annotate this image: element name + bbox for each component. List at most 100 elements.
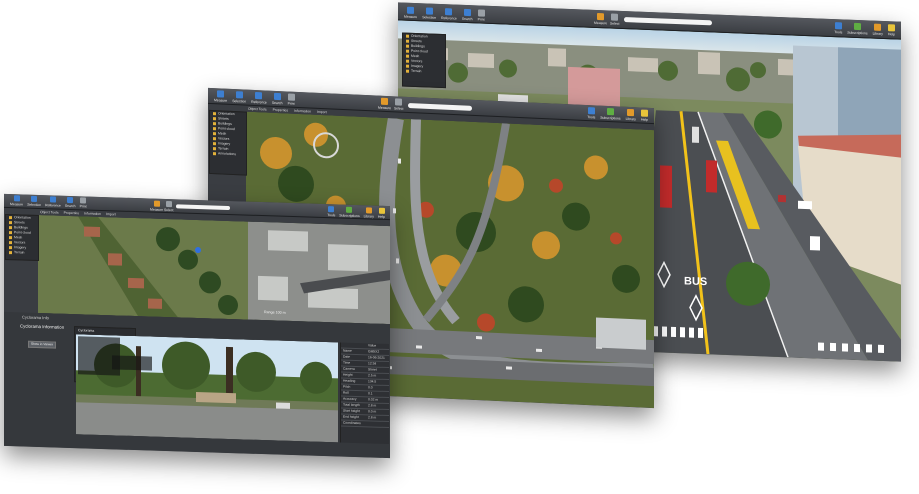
tab-properties[interactable]: Properties	[273, 108, 288, 113]
red-bus	[660, 165, 672, 208]
front-window: Measure Selection Reference Search Print…	[4, 193, 390, 459]
cursor-icon	[395, 98, 403, 106]
panel-heading: Cyclorama Information	[20, 323, 65, 330]
range-status: Range 100 m	[264, 310, 286, 315]
aerial-map	[38, 215, 390, 325]
tab-object-tools[interactable]: Object Tools	[40, 210, 59, 215]
property-row: Coordinates	[341, 420, 389, 429]
search-icon	[67, 196, 74, 204]
print-button[interactable]: Print	[287, 93, 295, 106]
tools-button[interactable]: Tools	[587, 107, 595, 120]
measure-button[interactable]: Measure	[10, 195, 23, 207]
selection-button[interactable]: Selection	[422, 7, 436, 21]
selection-button[interactable]: Selection	[232, 91, 246, 105]
search-icon	[273, 92, 281, 101]
measure-tool-button[interactable]: Measure	[378, 97, 391, 112]
print-button[interactable]: Print	[80, 197, 87, 209]
tab-information[interactable]: Information	[84, 211, 101, 216]
help-button[interactable]: Help	[378, 207, 385, 220]
help-button[interactable]: Help	[641, 109, 648, 123]
select-tool-button[interactable]: Select	[164, 201, 173, 213]
measure-tool-button[interactable]: Measure	[594, 12, 607, 27]
subscriptions-button[interactable]: Subscriptions	[600, 107, 621, 122]
library-button[interactable]: Library	[626, 108, 636, 122]
properties-table: Value Name GM5X2 Date 16-06-2021 Time 12:34…	[340, 342, 389, 445]
ruler-icon	[597, 12, 605, 21]
bus-lane-text: BUS	[684, 275, 708, 289]
tab-information[interactable]: Information	[294, 109, 311, 114]
select-icon	[31, 195, 38, 202]
subscriptions-button[interactable]: Subscriptions	[847, 22, 868, 37]
help-button[interactable]: Help	[888, 24, 895, 37]
reference-button[interactable]: Reference	[441, 8, 457, 22]
ruler-icon	[153, 200, 160, 207]
car	[798, 200, 812, 210]
search-button[interactable]: Search	[462, 8, 473, 22]
right-toolbar: Tools Subscriptions Library Help	[834, 22, 895, 37]
ruler-icon	[381, 97, 389, 106]
search-button[interactable]: Search	[272, 92, 283, 106]
library-icon	[874, 23, 882, 31]
right-toolbar: Tools Subscriptions Library Help	[587, 107, 648, 123]
car	[810, 236, 820, 251]
building-roof	[596, 317, 646, 350]
reference-icon	[49, 196, 56, 203]
measure-button[interactable]: Measure	[404, 6, 417, 21]
reference-button[interactable]: Reference	[45, 196, 61, 208]
help-icon	[641, 109, 648, 117]
help-icon	[888, 24, 895, 32]
reference-icon	[255, 92, 263, 100]
search-icon	[463, 8, 471, 17]
measure-tool-button[interactable]: Measure	[150, 200, 163, 213]
help-icon	[378, 207, 385, 214]
library-button[interactable]: Library	[873, 23, 883, 37]
layer-item[interactable]: Terrain	[6, 250, 38, 256]
pink-building	[568, 66, 620, 109]
map-view[interactable]: Range 100 m	[38, 215, 390, 325]
pointer-icon	[407, 6, 415, 14]
cyclorama-photo[interactable]	[76, 334, 338, 443]
cyclorama-panel: Cyclorama Info Cyclorama Information Sho…	[4, 311, 390, 459]
print-icon	[477, 9, 485, 17]
library-button[interactable]: Library	[364, 207, 374, 219]
cursor-icon	[611, 13, 619, 21]
tab-object-tools[interactable]: Object Tools	[248, 107, 267, 112]
subscriptions-button[interactable]: Subscriptions	[339, 206, 360, 219]
subscriptions-icon	[606, 107, 614, 116]
layer-item[interactable]: Terrain	[403, 69, 445, 76]
measure-button[interactable]: Measure	[214, 90, 227, 104]
cursor-icon	[165, 201, 172, 208]
print-icon	[287, 93, 295, 101]
print-button[interactable]: Print	[477, 9, 485, 22]
pointer-icon	[13, 195, 20, 202]
search-button[interactable]: Search	[65, 196, 76, 209]
layer-tree: Orientation Streets Buildings Point clou…	[209, 109, 247, 176]
library-icon	[627, 108, 635, 117]
tools-icon	[587, 107, 595, 115]
layer-tree: Orientation Streets Buildings Point clou…	[5, 213, 39, 262]
reference-button[interactable]: Reference	[251, 92, 267, 106]
tools-button[interactable]: Tools	[327, 206, 335, 218]
subscriptions-icon	[346, 206, 353, 213]
right-toolbar: Tools Subscriptions Library Help	[327, 206, 385, 220]
pointer-icon	[217, 90, 225, 98]
show-in-viewer-button[interactable]: Show in Viewer	[28, 340, 56, 349]
tab-import[interactable]: Import	[106, 212, 116, 216]
panel-title: Cyclorama Info	[22, 314, 49, 321]
tab-import[interactable]: Import	[317, 110, 327, 114]
tools-icon	[834, 22, 842, 30]
red-bus	[706, 160, 717, 193]
list-header: Cyclorama	[78, 328, 95, 333]
layer-tree: Orientation Streets Buildings Point clou…	[402, 32, 446, 89]
tools-icon	[328, 206, 335, 213]
subscriptions-icon	[853, 22, 861, 31]
tools-button[interactable]: Tools	[834, 22, 842, 35]
select-tool-button[interactable]: Select	[394, 98, 403, 111]
selection-button[interactable]: Selection	[27, 195, 41, 208]
tab-properties[interactable]: Properties	[64, 211, 79, 215]
select-tool-button[interactable]: Select	[610, 13, 619, 26]
select-icon	[235, 91, 243, 99]
print-icon	[80, 197, 87, 204]
layer-item[interactable]: Annotations	[210, 151, 246, 158]
select-icon	[425, 7, 433, 15]
